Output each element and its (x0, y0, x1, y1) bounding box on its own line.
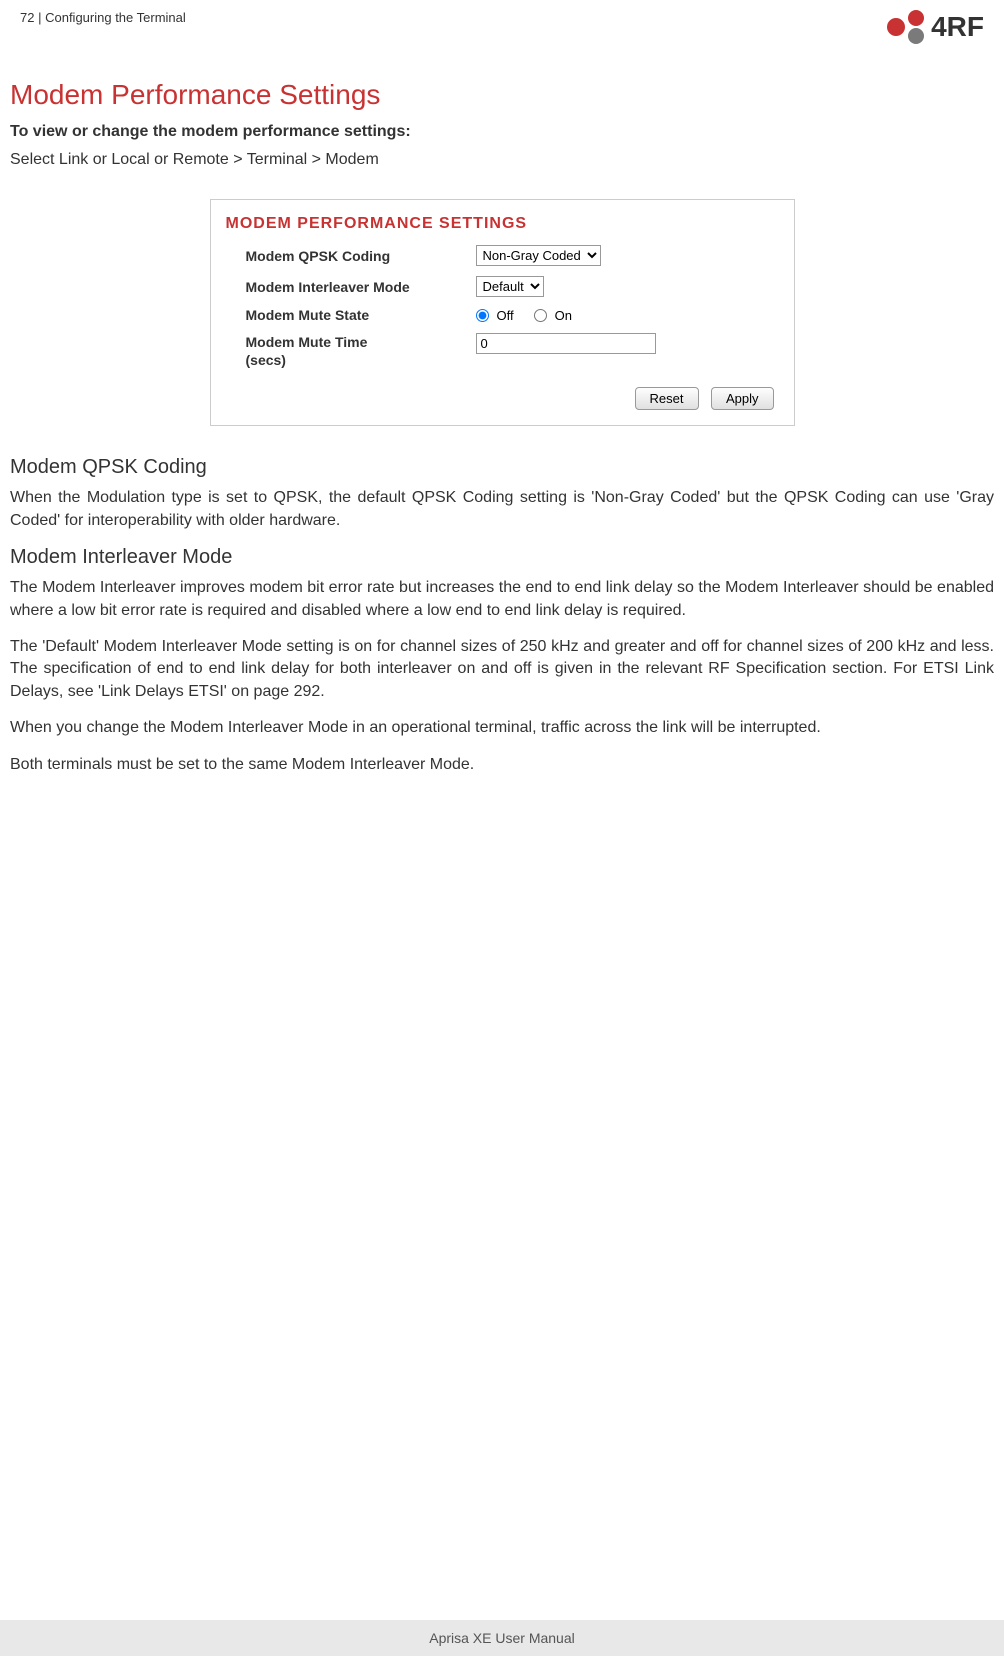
logo-dot-gray-icon (908, 28, 924, 44)
mute-time-label: Modem Mute Time (secs) (246, 333, 476, 369)
mute-off-label: Off (497, 308, 514, 323)
logo-text: 4RF (931, 11, 984, 43)
page-header: 72 | Configuring the Terminal 4RF (0, 0, 1004, 49)
page-title: Modem Performance Settings (10, 79, 994, 111)
mute-on-label: On (555, 308, 572, 323)
interleaver-p3: When you change the Modem Interleaver Mo… (10, 717, 994, 739)
qpsk-section-title: Modem QPSK Coding (10, 456, 994, 479)
page-subtitle: To view or change the modem performance … (10, 123, 994, 141)
qpsk-coding-select[interactable]: Non-Gray Coded (476, 245, 601, 266)
page-number: 72 (20, 10, 34, 25)
reset-button[interactable]: Reset (635, 387, 699, 410)
nav-path: Select Link or Local or Remote > Termina… (10, 151, 994, 169)
settings-panel: MODEM PERFORMANCE SETTINGS Modem QPSK Co… (210, 199, 795, 426)
footer-text: Aprisa XE User Manual (429, 1630, 575, 1646)
page-footer: Aprisa XE User Manual (0, 1620, 1004, 1656)
logo-dot-red-icon (908, 10, 924, 26)
mute-time-input[interactable] (476, 333, 656, 354)
qpsk-coding-row: Modem QPSK Coding Non-Gray Coded (246, 245, 774, 266)
qpsk-coding-label: Modem QPSK Coding (246, 248, 476, 264)
mute-state-label: Modem Mute State (246, 307, 476, 323)
panel-buttons: Reset Apply (226, 387, 774, 410)
interleaver-mode-label: Modem Interleaver Mode (246, 279, 476, 295)
mute-on-radio[interactable] (534, 309, 547, 322)
interleaver-p2: The 'Default' Modem Interleaver Mode set… (10, 636, 994, 703)
interleaver-mode-select[interactable]: Default (476, 276, 544, 297)
interleaver-p4: Both terminals must be set to the same M… (10, 754, 994, 776)
interleaver-mode-row: Modem Interleaver Mode Default (246, 276, 774, 297)
panel-title: MODEM PERFORMANCE SETTINGS (226, 215, 774, 233)
section-name: Configuring the Terminal (45, 10, 186, 25)
mute-state-row: Modem Mute State Off On (246, 307, 774, 323)
mute-off-radio[interactable] (476, 309, 489, 322)
company-logo: 4RF (887, 10, 984, 44)
mute-time-row: Modem Mute Time (secs) (246, 333, 774, 369)
qpsk-section-text: When the Modulation type is set to QPSK,… (10, 487, 994, 532)
logo-dot-red-icon (887, 18, 905, 36)
page-info: 72 | Configuring the Terminal (20, 10, 186, 25)
apply-button[interactable]: Apply (711, 387, 774, 410)
interleaver-p1: The Modem Interleaver improves modem bit… (10, 577, 994, 622)
interleaver-section-title: Modem Interleaver Mode (10, 546, 994, 569)
mute-state-radio-group: Off On (476, 308, 584, 323)
main-content: Modem Performance Settings To view or ch… (0, 49, 1004, 776)
